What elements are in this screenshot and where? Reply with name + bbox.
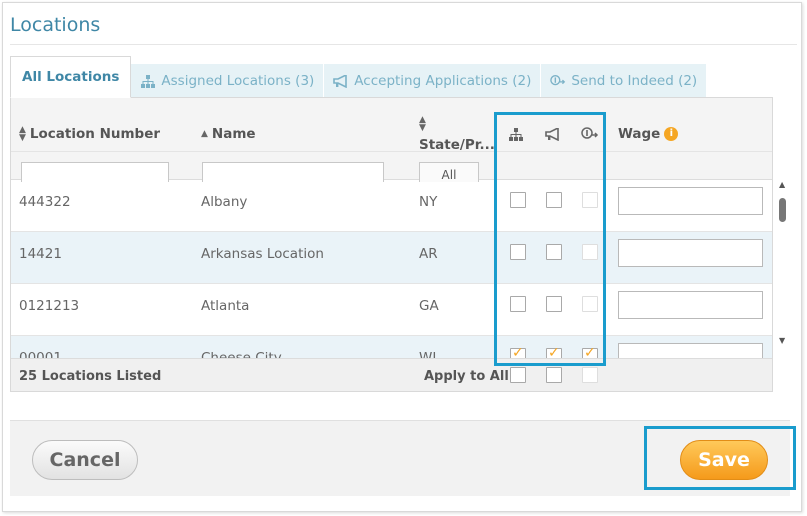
scroll-down-icon[interactable]: ▼ [779, 336, 785, 345]
table-row: 14421 Arkansas Location AR [11, 232, 772, 284]
indeed-checkbox[interactable] [582, 192, 598, 208]
cell-state: NY [419, 194, 438, 210]
header-state[interactable]: ▲ ▼ State/Pr... [419, 110, 495, 154]
apply-to-all-label: Apply to All: [424, 369, 514, 384]
header-name[interactable]: ▲ Name [201, 126, 256, 142]
name-filter[interactable] [202, 162, 384, 182]
table-row: 0121213 Atlanta GA [11, 284, 772, 336]
filter-row: All [11, 152, 772, 182]
org-chart-icon [140, 74, 156, 88]
save-button[interactable]: Save [680, 440, 768, 480]
header-assigned [509, 128, 523, 145]
assigned-checkbox[interactable] [510, 296, 526, 312]
assigned-checkbox[interactable] [510, 244, 526, 260]
tab-label: Accepting Applications (2) [354, 73, 532, 89]
apply-all-indeed-checkbox[interactable] [582, 367, 598, 383]
cell-name: Albany [201, 194, 248, 210]
indeed-icon [581, 127, 599, 145]
cell-location-number: 444322 [19, 194, 71, 210]
apply-all-accepting-checkbox[interactable] [546, 367, 562, 383]
indeed-checkbox[interactable] [582, 345, 598, 358]
grid-header: ▲ ▼ Location Number ▲ Name ▲ ▼ State/Pr... [11, 98, 772, 154]
grid-body: 444322 Albany NY 14421 Arkansas Location… [11, 180, 772, 358]
wage-input[interactable] [618, 239, 763, 267]
megaphone-icon [545, 126, 561, 145]
cell-location-number: 00001 [19, 350, 62, 358]
cell-name: Cheese City [201, 350, 282, 358]
cell-location-number: 14421 [19, 246, 62, 262]
sort-icon: ▲ ▼ [419, 115, 426, 133]
header-label: State/Pr... [419, 137, 495, 153]
header-label: Location Number [29, 126, 161, 142]
wage-input[interactable] [618, 187, 763, 215]
info-icon[interactable]: i [664, 127, 679, 141]
grid-footer: 25 Locations Listed Apply to All: [11, 358, 772, 391]
scroll-thumb[interactable] [779, 198, 786, 222]
assigned-checkbox[interactable] [510, 192, 526, 208]
cell-state: GA [419, 298, 439, 314]
dialog-footer: Cancel Save [10, 420, 790, 496]
table-row: 444322 Albany NY [11, 180, 772, 232]
wage-input[interactable] [618, 343, 763, 358]
locations-grid: ▲ ▼ Location Number ▲ Name ▲ ▼ State/Pr... [10, 97, 773, 392]
accepting-checkbox[interactable] [546, 296, 562, 312]
table-row: 00001 Cheese City WI [11, 336, 772, 358]
wage-input[interactable] [618, 291, 763, 319]
indeed-checkbox[interactable] [582, 244, 598, 260]
cell-name: Atlanta [201, 298, 250, 314]
sort-asc-icon: ▲ [201, 129, 208, 139]
header-accepting [545, 126, 561, 145]
locations-count: 25 Locations Listed [19, 369, 162, 384]
tab-label: All Locations [22, 69, 120, 85]
accepting-checkbox[interactable] [546, 244, 562, 260]
tab-bar: All Locations Assigned Locations (3) Acc… [10, 56, 708, 98]
assigned-checkbox[interactable] [510, 345, 526, 358]
location-number-filter[interactable] [21, 162, 169, 182]
sort-icon: ▲ ▼ [19, 125, 26, 143]
grid-scrollbar[interactable]: ▲ ▼ [776, 180, 790, 350]
header-label: Name [211, 126, 256, 142]
cell-state: AR [419, 246, 438, 262]
megaphone-icon [333, 74, 349, 88]
org-chart-icon [509, 128, 523, 145]
cell-name: Arkansas Location [201, 246, 324, 262]
title-divider [10, 44, 797, 45]
apply-all-assigned-checkbox[interactable] [510, 367, 526, 383]
header-label: Wage [618, 126, 661, 142]
accepting-checkbox[interactable] [546, 192, 562, 208]
cancel-button[interactable]: Cancel [32, 440, 138, 480]
header-location-number[interactable]: ▲ ▼ Location Number [19, 125, 161, 143]
dialog-title: Locations [10, 14, 101, 36]
tab-accepting-applications[interactable]: Accepting Applications (2) [324, 64, 542, 98]
indeed-icon [550, 74, 566, 88]
tab-all-locations[interactable]: All Locations [10, 56, 132, 98]
tab-send-to-indeed[interactable]: Send to Indeed (2) [541, 64, 708, 98]
tab-label: Assigned Locations (3) [161, 73, 315, 89]
header-indeed [581, 127, 599, 145]
tab-label: Send to Indeed (2) [571, 73, 698, 89]
state-filter-button[interactable]: All [419, 162, 479, 182]
header-wage: Wage i [618, 126, 679, 142]
cell-state: WI [419, 350, 437, 358]
tab-assigned-locations[interactable]: Assigned Locations (3) [131, 64, 325, 98]
indeed-checkbox[interactable] [582, 296, 598, 312]
scroll-up-icon[interactable]: ▲ [779, 180, 785, 189]
accepting-checkbox[interactable] [546, 345, 562, 358]
cell-location-number: 0121213 [19, 298, 80, 314]
